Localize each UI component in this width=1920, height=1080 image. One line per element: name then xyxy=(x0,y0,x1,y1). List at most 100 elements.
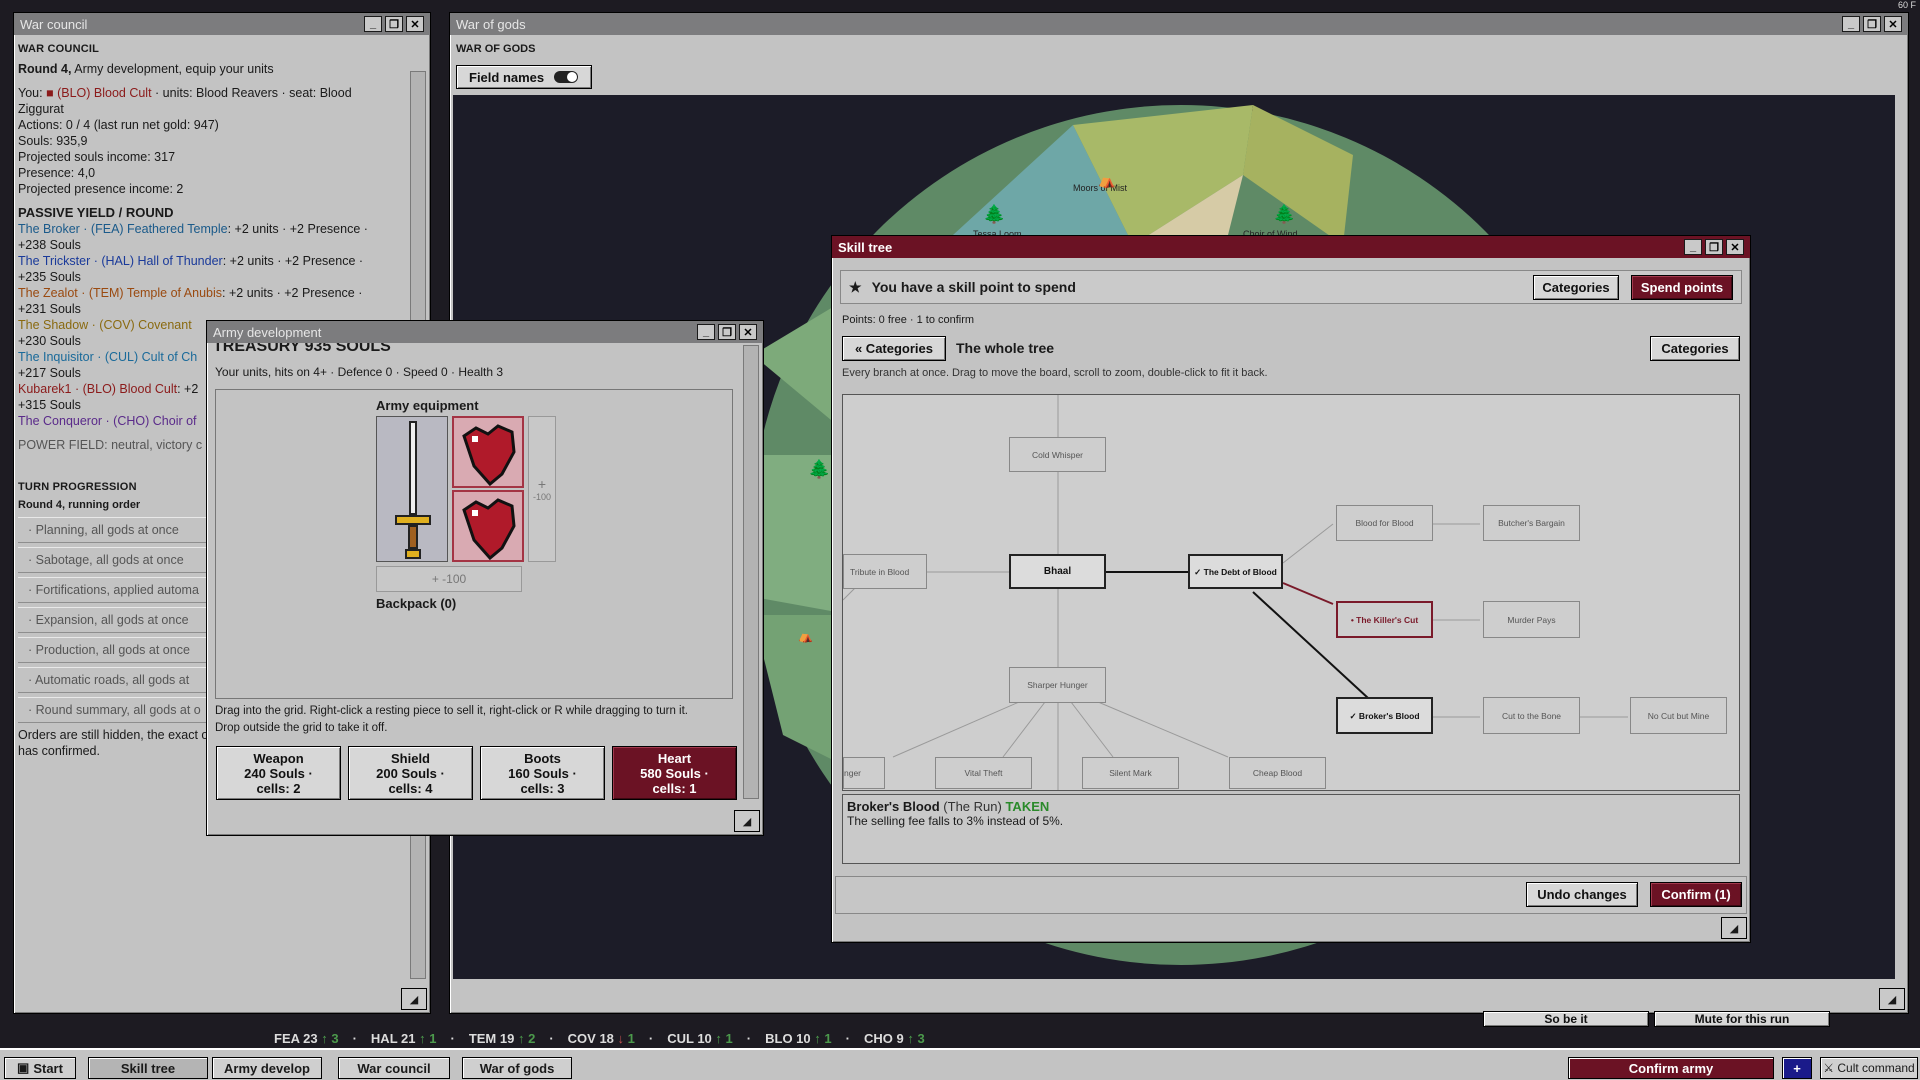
projected-souls: Projected souls income: 317 xyxy=(18,150,176,164)
buy-heart-button[interactable]: Heart 580 Souls · cells: 1 xyxy=(612,746,737,800)
minimize-icon[interactable]: _ xyxy=(1842,16,1860,32)
separator: · xyxy=(450,1031,455,1046)
skill-detail-panel: Broker's Blood (The Run) TAKEN The selli… xyxy=(842,794,1740,864)
stat-label: TEM 19 xyxy=(468,1031,515,1046)
task-skill-tree[interactable]: Skill tree xyxy=(88,1057,208,1079)
skill-node-debt-of-blood[interactable]: ✓ The Debt of Blood xyxy=(1188,554,1283,589)
skill-tree-board[interactable]: Cold Whisper Tribute in Blood Bhaal ✓ Th… xyxy=(842,394,1740,791)
item-cost: 160 Souls · xyxy=(508,765,577,781)
skill-node-bhaal[interactable]: Bhaal xyxy=(1009,554,1106,589)
souls-value: Souls: 935,9 xyxy=(18,134,88,148)
skill-node-killers-cut[interactable]: • The Killer's Cut xyxy=(1336,601,1433,638)
skill-node-butchers-bargain[interactable]: Butcher's Bargain xyxy=(1483,505,1580,541)
categories-button-secondary[interactable]: Categories xyxy=(1650,336,1740,361)
minimize-icon[interactable]: _ xyxy=(364,16,382,32)
buy-weapon-button[interactable]: Weapon 240 Souls · cells: 2 xyxy=(216,746,341,800)
heart-slot[interactable] xyxy=(452,416,524,488)
skill-node-tribute-in-blood[interactable]: Tribute in Blood xyxy=(843,554,927,589)
item-cost: 580 Souls · xyxy=(640,765,709,781)
title-bar[interactable]: War of gods _ ❐ ✕ xyxy=(450,13,1908,35)
skill-node-cut-to-the-bone[interactable]: Cut to the Bone xyxy=(1483,697,1580,734)
skill-node-no-cut-but-mine[interactable]: No Cut but Mine xyxy=(1630,697,1727,734)
star-icon: ★ xyxy=(849,278,862,295)
skill-node-partial[interactable]: nger xyxy=(843,757,885,789)
cult-command-button[interactable]: ⚔ Cult command xyxy=(1820,1057,1918,1079)
skill-node-silent-mark[interactable]: Silent Mark xyxy=(1082,757,1179,789)
faction-stats-bar: FEA 23 ↑ 3 · HAL 21 ↑ 1 · TEM 19 ↑ 2 · C… xyxy=(274,1031,925,1046)
maximize-icon[interactable]: ❐ xyxy=(1705,239,1723,255)
yield-faction: The Trickster · (HAL) Hall of Thunder xyxy=(18,254,223,268)
task-army-develop[interactable]: Army develop xyxy=(212,1057,322,1079)
tree-icon: 🌲 xyxy=(1273,203,1295,224)
spend-points-button[interactable]: Spend points xyxy=(1631,275,1733,300)
title-bar[interactable]: Army development _ ❐ ✕ xyxy=(207,321,763,343)
yield-souls: +231 Souls xyxy=(18,302,81,316)
start-button[interactable]: ▣ Start xyxy=(4,1057,76,1079)
task-war-council[interactable]: War council xyxy=(338,1057,450,1079)
stat-delta: 2 xyxy=(528,1031,536,1046)
window-title: War council xyxy=(20,16,88,32)
yield-row: The Trickster · (HAL) Hall of Thunder: +… xyxy=(18,253,406,269)
back-to-categories-button[interactable]: « Categories xyxy=(842,336,946,361)
skill-node-brokers-blood[interactable]: ✓ Broker's Blood xyxy=(1336,697,1433,734)
maximize-icon[interactable]: ❐ xyxy=(718,324,736,340)
window-title: Army development xyxy=(213,324,322,340)
item-cells: cells: 4 xyxy=(388,780,433,796)
resize-handle-icon[interactable]: ◢ xyxy=(401,988,427,1010)
mute-button[interactable]: Mute for this run xyxy=(1654,1011,1830,1027)
skill-node-sharper-hunger[interactable]: Sharper Hunger xyxy=(1009,667,1106,703)
task-war-of-gods[interactable]: War of gods xyxy=(462,1057,572,1079)
weapon-slot[interactable] xyxy=(376,416,448,562)
round-phase: Army development, equip your units xyxy=(71,62,274,76)
maximize-icon[interactable]: ❐ xyxy=(385,16,403,32)
resize-handle-icon[interactable]: ◢ xyxy=(1721,917,1747,939)
window-title: War of gods xyxy=(456,16,526,32)
stat-delta: 1 xyxy=(429,1031,437,1046)
field-names-toggle[interactable]: Field names xyxy=(456,65,592,89)
skill-node-cheap-blood[interactable]: Cheap Blood xyxy=(1229,757,1326,789)
buy-shield-button[interactable]: Shield 200 Souls · cells: 4 xyxy=(348,746,473,800)
add-button[interactable]: + xyxy=(1782,1057,1812,1079)
skill-tree-window: Skill tree _ ❐ ✕ ★ You have a skill point t… xyxy=(831,235,1751,943)
categories-button[interactable]: Categories xyxy=(1533,275,1619,300)
stat-label: CHO 9 xyxy=(863,1031,904,1046)
skill-node-vital-theft[interactable]: Vital Theft xyxy=(935,757,1032,789)
detail-description: The selling fee falls to 3% instead of 5… xyxy=(847,814,1064,828)
item-name: Weapon xyxy=(253,750,304,766)
undo-changes-button[interactable]: Undo changes xyxy=(1526,882,1638,907)
faction-stat: BLO 10 ↑ 1 xyxy=(765,1031,832,1046)
title-bar[interactable]: War council _ ❐ ✕ xyxy=(14,13,430,35)
confirm-button[interactable]: Confirm (1) xyxy=(1650,882,1742,907)
plus-icon: + xyxy=(537,476,547,492)
item-name: Heart xyxy=(657,750,692,766)
expand-grid-row[interactable]: + -100 xyxy=(376,566,522,592)
yield-souls: +235 Souls xyxy=(18,270,81,284)
item-cells: cells: 1 xyxy=(652,780,697,796)
title-bar[interactable]: Skill tree _ ❐ ✕ xyxy=(832,236,1750,258)
window-heading: WAR COUNCIL xyxy=(18,43,100,55)
confirm-army-button[interactable]: Confirm army xyxy=(1568,1057,1774,1079)
scrollbar[interactable] xyxy=(743,345,759,799)
minimize-icon[interactable]: _ xyxy=(1684,239,1702,255)
heart-slot[interactable] xyxy=(452,490,524,562)
close-icon[interactable]: ✕ xyxy=(1884,16,1902,32)
close-icon[interactable]: ✕ xyxy=(406,16,424,32)
maximize-icon[interactable]: ❐ xyxy=(1863,16,1881,32)
resize-handle-icon[interactable]: ◢ xyxy=(1879,988,1905,1010)
equipment-panel: Army equipment + -100 + -100 Backpack (0) xyxy=(215,389,733,699)
you-label: You: xyxy=(18,86,47,100)
down-arrow-icon: ↓ xyxy=(617,1031,625,1046)
you-faction: (BLO) Blood Cult xyxy=(57,86,152,100)
skill-node-murder-pays[interactable]: Murder Pays xyxy=(1483,601,1580,638)
yield-faction: The Inquisitor · (CUL) Cult of Ch xyxy=(18,350,198,364)
so-be-it-button[interactable]: So be it xyxy=(1483,1011,1649,1027)
close-icon[interactable]: ✕ xyxy=(1726,239,1744,255)
buy-boots-button[interactable]: Boots 160 Souls · cells: 3 xyxy=(480,746,605,800)
up-arrow-icon: ↑ xyxy=(715,1031,722,1046)
skill-node-blood-for-blood[interactable]: Blood for Blood xyxy=(1336,505,1433,541)
expand-grid-column[interactable]: + -100 xyxy=(528,416,556,562)
minimize-icon[interactable]: _ xyxy=(697,324,715,340)
skill-node-cold-whisper[interactable]: Cold Whisper xyxy=(1009,437,1106,472)
close-icon[interactable]: ✕ xyxy=(739,324,757,340)
resize-handle-icon[interactable]: ◢ xyxy=(734,810,760,832)
